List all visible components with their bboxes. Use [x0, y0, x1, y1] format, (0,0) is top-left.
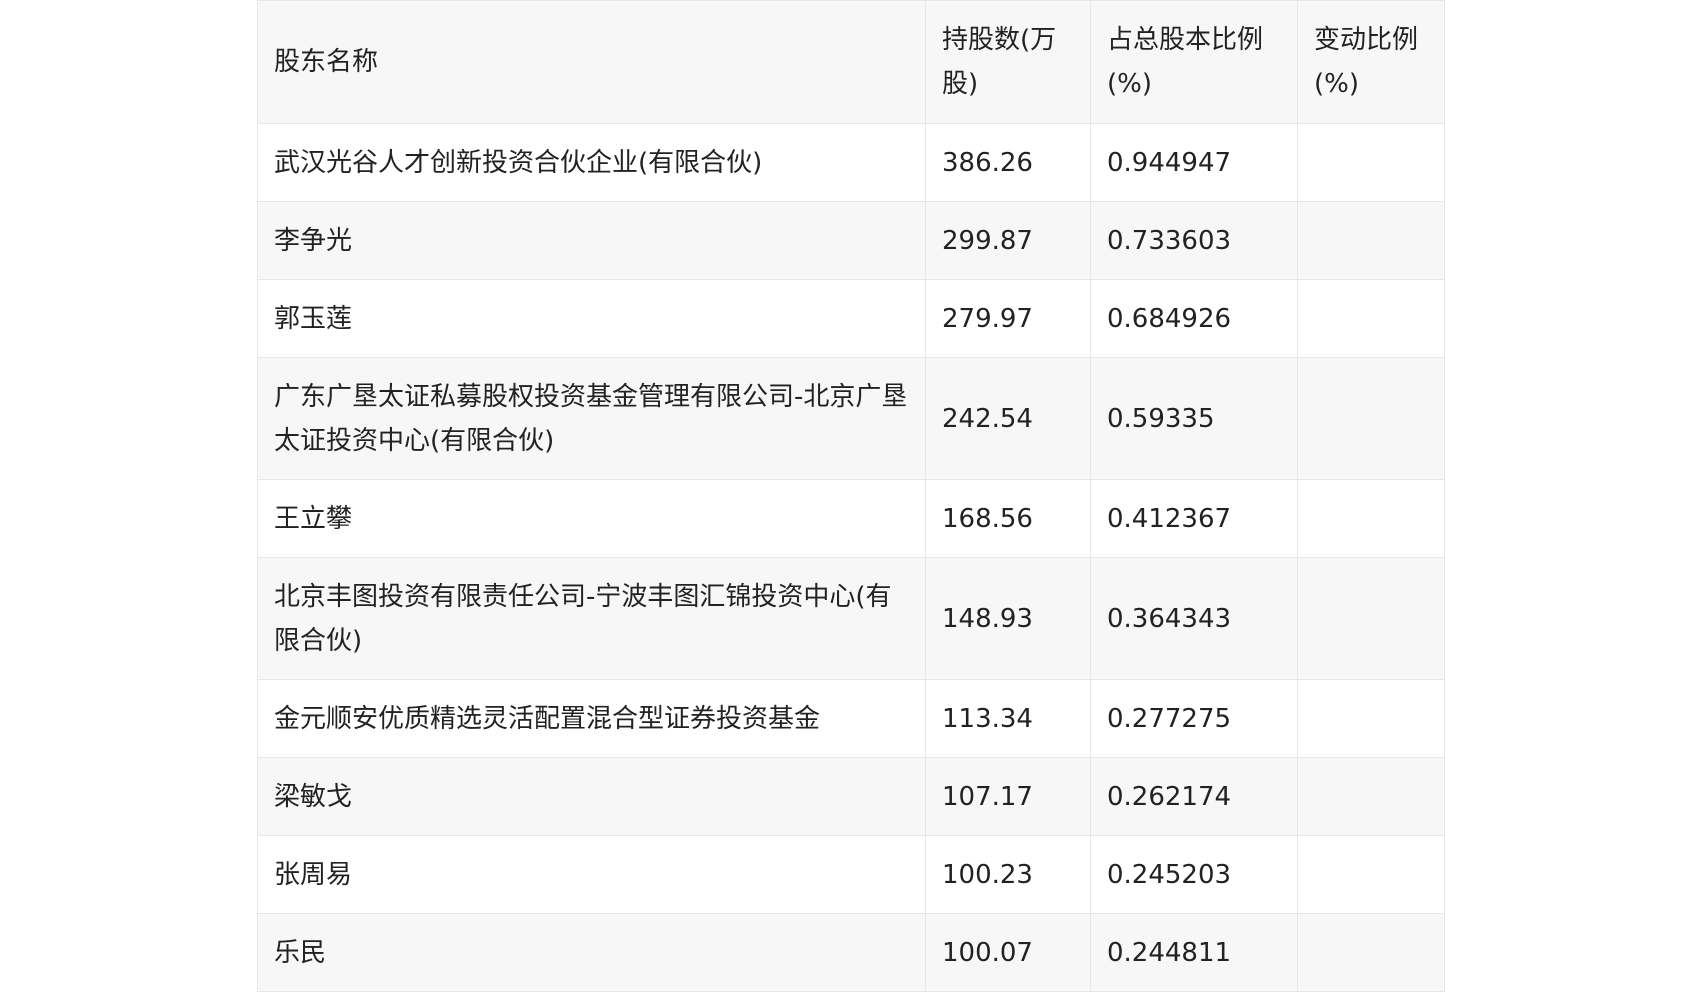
cell-shares: 299.87	[925, 201, 1091, 280]
cell-shares: 107.17	[925, 757, 1091, 836]
cell-share-ratio: 0.733603	[1090, 201, 1298, 280]
table-row: 梁敏戈 107.17 0.262174	[257, 757, 1445, 836]
cell-shareholder-name: 李争光	[257, 201, 926, 280]
cell-change-ratio	[1297, 123, 1445, 202]
shareholder-table: 股东名称 持股数(万股) 占总股本比例(%) 变动比例(%) 武汉光谷人才创新投…	[257, 0, 1445, 992]
cell-share-ratio: 0.412367	[1090, 479, 1298, 558]
table-row: 王立攀 168.56 0.412367	[257, 479, 1445, 558]
cell-change-ratio	[1297, 357, 1445, 480]
cell-change-ratio	[1297, 835, 1445, 914]
cell-share-ratio: 0.262174	[1090, 757, 1298, 836]
cell-change-ratio	[1297, 557, 1445, 680]
cell-change-ratio	[1297, 913, 1445, 992]
cell-shareholder-name: 武汉光谷人才创新投资合伙企业(有限合伙)	[257, 123, 926, 202]
cell-shareholder-name: 张周易	[257, 835, 926, 914]
cell-change-ratio	[1297, 479, 1445, 558]
cell-shares: 148.93	[925, 557, 1091, 680]
cell-share-ratio: 0.277275	[1090, 679, 1298, 758]
cell-shareholder-name: 乐民	[257, 913, 926, 992]
header-change-ratio: 变动比例(%)	[1297, 0, 1445, 124]
cell-shares: 386.26	[925, 123, 1091, 202]
table-row: 武汉光谷人才创新投资合伙企业(有限合伙) 386.26 0.944947	[257, 123, 1445, 202]
cell-shares: 279.97	[925, 279, 1091, 358]
cell-shares: 168.56	[925, 479, 1091, 558]
cell-shares: 100.23	[925, 835, 1091, 914]
table-row: 郭玉莲 279.97 0.684926	[257, 279, 1445, 358]
cell-share-ratio: 0.684926	[1090, 279, 1298, 358]
cell-change-ratio	[1297, 279, 1445, 358]
cell-shareholder-name: 梁敏戈	[257, 757, 926, 836]
cell-share-ratio: 0.245203	[1090, 835, 1298, 914]
table-row: 乐民 100.07 0.244811	[257, 913, 1445, 992]
table-row: 李争光 299.87 0.733603	[257, 201, 1445, 280]
cell-shareholder-name: 郭玉莲	[257, 279, 926, 358]
shareholder-table-container: 股东名称 持股数(万股) 占总股本比例(%) 变动比例(%) 武汉光谷人才创新投…	[257, 0, 1445, 992]
cell-share-ratio: 0.364343	[1090, 557, 1298, 680]
table-row: 北京丰图投资有限责任公司-宁波丰图汇锦投资中心(有限合伙) 148.93 0.3…	[257, 557, 1445, 680]
cell-share-ratio: 0.944947	[1090, 123, 1298, 202]
cell-shares: 113.34	[925, 679, 1091, 758]
cell-change-ratio	[1297, 201, 1445, 280]
cell-share-ratio: 0.59335	[1090, 357, 1298, 480]
table-row: 金元顺安优质精选灵活配置混合型证券投资基金 113.34 0.277275	[257, 679, 1445, 758]
header-shareholder-name: 股东名称	[257, 0, 926, 124]
header-shares: 持股数(万股)	[925, 0, 1091, 124]
table-row: 广东广垦太证私募股权投资基金管理有限公司-北京广垦太证投资中心(有限合伙) 24…	[257, 357, 1445, 480]
cell-shareholder-name: 广东广垦太证私募股权投资基金管理有限公司-北京广垦太证投资中心(有限合伙)	[257, 357, 926, 480]
table-header-row: 股东名称 持股数(万股) 占总股本比例(%) 变动比例(%)	[257, 0, 1445, 124]
header-share-ratio: 占总股本比例(%)	[1090, 0, 1298, 124]
cell-shareholder-name: 金元顺安优质精选灵活配置混合型证券投资基金	[257, 679, 926, 758]
table-row: 张周易 100.23 0.245203	[257, 835, 1445, 914]
cell-shareholder-name: 北京丰图投资有限责任公司-宁波丰图汇锦投资中心(有限合伙)	[257, 557, 926, 680]
cell-change-ratio	[1297, 679, 1445, 758]
cell-shares: 242.54	[925, 357, 1091, 480]
cell-shareholder-name: 王立攀	[257, 479, 926, 558]
cell-share-ratio: 0.244811	[1090, 913, 1298, 992]
cell-shares: 100.07	[925, 913, 1091, 992]
cell-change-ratio	[1297, 757, 1445, 836]
